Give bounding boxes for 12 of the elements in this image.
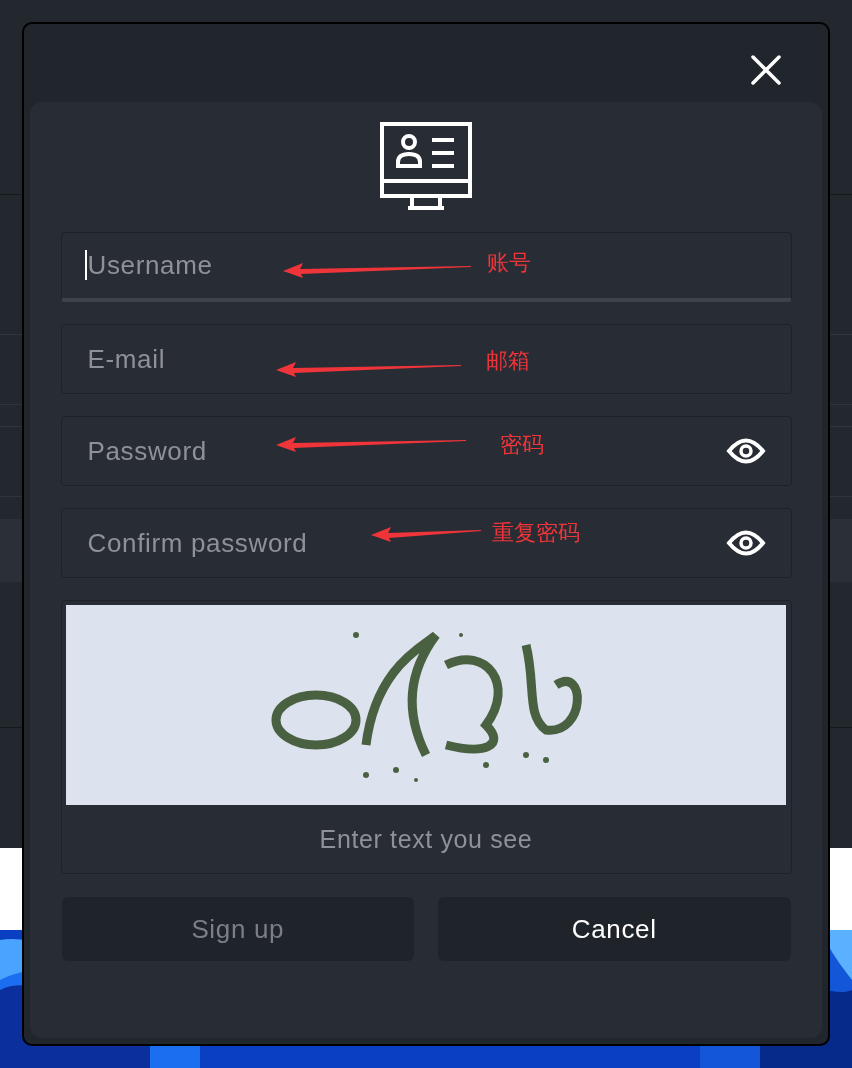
- annotation-label: 重复密码: [491, 519, 580, 547]
- close-button[interactable]: [748, 52, 784, 88]
- text-cursor: [84, 250, 87, 280]
- computer-id-card-icon: [380, 122, 472, 212]
- close-icon: [750, 54, 782, 86]
- eye-icon[interactable]: [725, 436, 766, 466]
- annotation-label: 密码: [499, 431, 544, 459]
- captcha-input-field[interactable]: Enter text you see: [61, 805, 791, 873]
- annotation-label: 账号: [486, 249, 531, 277]
- annotation-label: 邮箱: [485, 347, 530, 375]
- cancel-button[interactable]: Cancel: [438, 897, 791, 961]
- eye-icon[interactable]: [725, 528, 766, 558]
